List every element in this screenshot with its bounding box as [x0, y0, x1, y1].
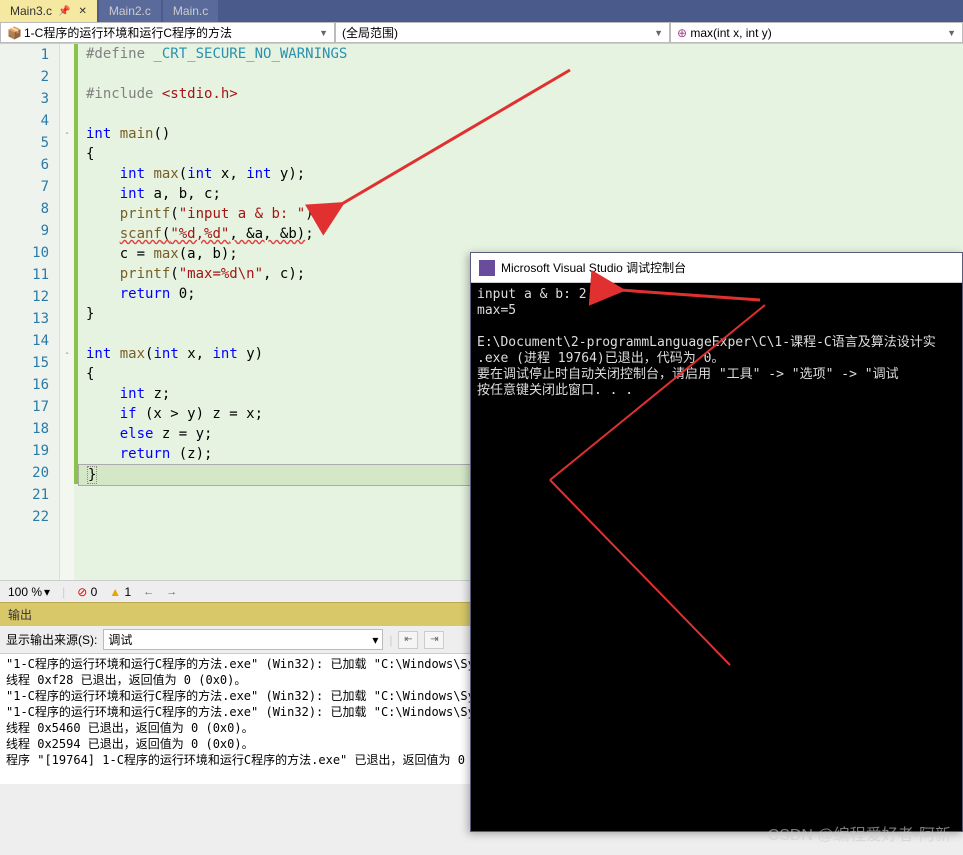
- fold-toggle[interactable]: -: [60, 344, 74, 364]
- line-number: 19: [0, 440, 59, 462]
- console-titlebar[interactable]: Microsoft Visual Studio 调试控制台: [471, 253, 962, 283]
- tab-main3-c[interactable]: Main3.c 📌 ✕: [0, 0, 97, 22]
- vs-icon: [479, 260, 495, 276]
- zoom-value: 100 %: [8, 585, 42, 599]
- fold-toggle: [60, 264, 74, 284]
- line-number: 17: [0, 396, 59, 418]
- member-label: max(int x, int y): [690, 26, 771, 40]
- line-number: 21: [0, 484, 59, 506]
- line-number: 14: [0, 330, 59, 352]
- warning-count[interactable]: ▲ 1: [109, 585, 131, 599]
- fold-toggle: [60, 404, 74, 424]
- chevron-down-icon: ▼: [947, 28, 956, 38]
- fold-toggle: [60, 464, 74, 484]
- code-line[interactable]: {: [78, 144, 959, 164]
- nav-prev-icon[interactable]: ←: [143, 586, 154, 598]
- line-number: 5: [0, 132, 59, 154]
- console-body[interactable]: input a & b: 2, 5 max=5 E:\Document\2-pr…: [471, 283, 962, 403]
- fold-toggle: [60, 84, 74, 104]
- line-number: 11: [0, 264, 59, 286]
- line-number: 2: [0, 66, 59, 88]
- tab-main2-c[interactable]: Main2.c: [99, 0, 161, 22]
- indent-left-button[interactable]: ⇤: [398, 631, 418, 649]
- zoom-control[interactable]: 100 % ▾: [8, 585, 50, 599]
- project-icon: 📦: [7, 26, 21, 40]
- code-line[interactable]: scanf("%d,%d", &a, &b);: [78, 224, 959, 244]
- code-line[interactable]: [78, 104, 959, 124]
- chevron-down-icon: ▼: [319, 28, 328, 38]
- output-source-dropdown[interactable]: 调试 ▾: [103, 629, 383, 650]
- code-line[interactable]: int max(int x, int y);: [78, 164, 959, 184]
- line-number: 12: [0, 286, 59, 308]
- function-icon: ⊕: [677, 26, 690, 40]
- tab-label: Main3.c: [10, 4, 52, 18]
- code-line[interactable]: int a, b, c;: [78, 184, 959, 204]
- scope-dropdown[interactable]: 📦1-C程序的运行环境和运行C程序的方法 ▼: [0, 22, 335, 43]
- fold-toggle: [60, 384, 74, 404]
- nav-dropdowns: 📦1-C程序的运行环境和运行C程序的方法 ▼ (全局范围) ▼ ⊕ max(in…: [0, 22, 963, 44]
- chevron-down-icon: ▼: [654, 28, 663, 38]
- tab-main-c[interactable]: Main.c: [163, 0, 218, 22]
- editor-tabs: Main3.c 📌 ✕ Main2.c Main.c: [0, 0, 963, 22]
- fold-toggle: [60, 244, 74, 264]
- line-number: 3: [0, 88, 59, 110]
- nav-next-icon[interactable]: →: [166, 586, 177, 598]
- watermark: CSDN @编程爱好者-阿新: [768, 821, 951, 845]
- code-line[interactable]: printf("input a & b: ");: [78, 204, 959, 224]
- fold-toggle: [60, 44, 74, 64]
- fold-toggle[interactable]: -: [60, 124, 74, 144]
- line-number: 8: [0, 198, 59, 220]
- line-number: 9: [0, 220, 59, 242]
- scope-label: 1-C程序的运行环境和运行C程序的方法: [24, 26, 232, 40]
- error-icon: ⊘: [77, 585, 87, 599]
- fold-toggle: [60, 204, 74, 224]
- change-indicator: [74, 44, 78, 484]
- fold-toggle: [60, 164, 74, 184]
- fold-toggle: [60, 444, 74, 464]
- warning-icon: ▲: [109, 585, 121, 599]
- console-title-text: Microsoft Visual Studio 调试控制台: [501, 259, 686, 276]
- line-number: 22: [0, 506, 59, 528]
- fold-column: --: [60, 44, 74, 580]
- context-label: (全局范围): [342, 24, 398, 41]
- line-number: 15: [0, 352, 59, 374]
- member-dropdown[interactable]: ⊕ max(int x, int y) ▼: [670, 22, 963, 43]
- code-line[interactable]: int main(): [78, 124, 959, 144]
- chevron-down-icon: ▾: [44, 585, 50, 599]
- line-number: 4: [0, 110, 59, 132]
- line-number: 16: [0, 374, 59, 396]
- output-source-value: 调试: [108, 631, 132, 648]
- debug-console-window[interactable]: Microsoft Visual Studio 调试控制台 input a & …: [470, 252, 963, 832]
- tab-label: Main2.c: [109, 4, 151, 18]
- output-source-label: 显示输出来源(S):: [6, 631, 97, 648]
- fold-toggle: [60, 184, 74, 204]
- fold-toggle: [60, 304, 74, 324]
- chevron-down-icon: ▾: [372, 633, 378, 647]
- fold-toggle: [60, 364, 74, 384]
- code-line[interactable]: #define _CRT_SECURE_NO_WARNINGS: [78, 44, 959, 64]
- code-line[interactable]: #include <stdio.h>: [78, 84, 959, 104]
- tab-label: Main.c: [173, 4, 208, 18]
- line-number: 6: [0, 154, 59, 176]
- pin-icon[interactable]: 📌: [58, 6, 70, 17]
- code-line[interactable]: [78, 64, 959, 84]
- fold-toggle: [60, 224, 74, 244]
- fold-toggle: [60, 424, 74, 444]
- line-number: 13: [0, 308, 59, 330]
- line-number: 18: [0, 418, 59, 440]
- line-number-gutter: 12345678910111213141516171819202122: [0, 44, 60, 580]
- error-count[interactable]: ⊘ 0: [77, 585, 97, 599]
- fold-toggle: [60, 104, 74, 124]
- fold-toggle: [60, 64, 74, 84]
- fold-toggle: [60, 324, 74, 344]
- line-number: 1: [0, 44, 59, 66]
- line-number: 7: [0, 176, 59, 198]
- line-number: 10: [0, 242, 59, 264]
- context-dropdown[interactable]: (全局范围) ▼: [335, 22, 670, 43]
- fold-toggle: [60, 284, 74, 304]
- close-icon[interactable]: ✕: [78, 6, 86, 17]
- fold-toggle: [60, 144, 74, 164]
- indent-right-button[interactable]: ⇥: [424, 631, 444, 649]
- line-number: 20: [0, 462, 59, 484]
